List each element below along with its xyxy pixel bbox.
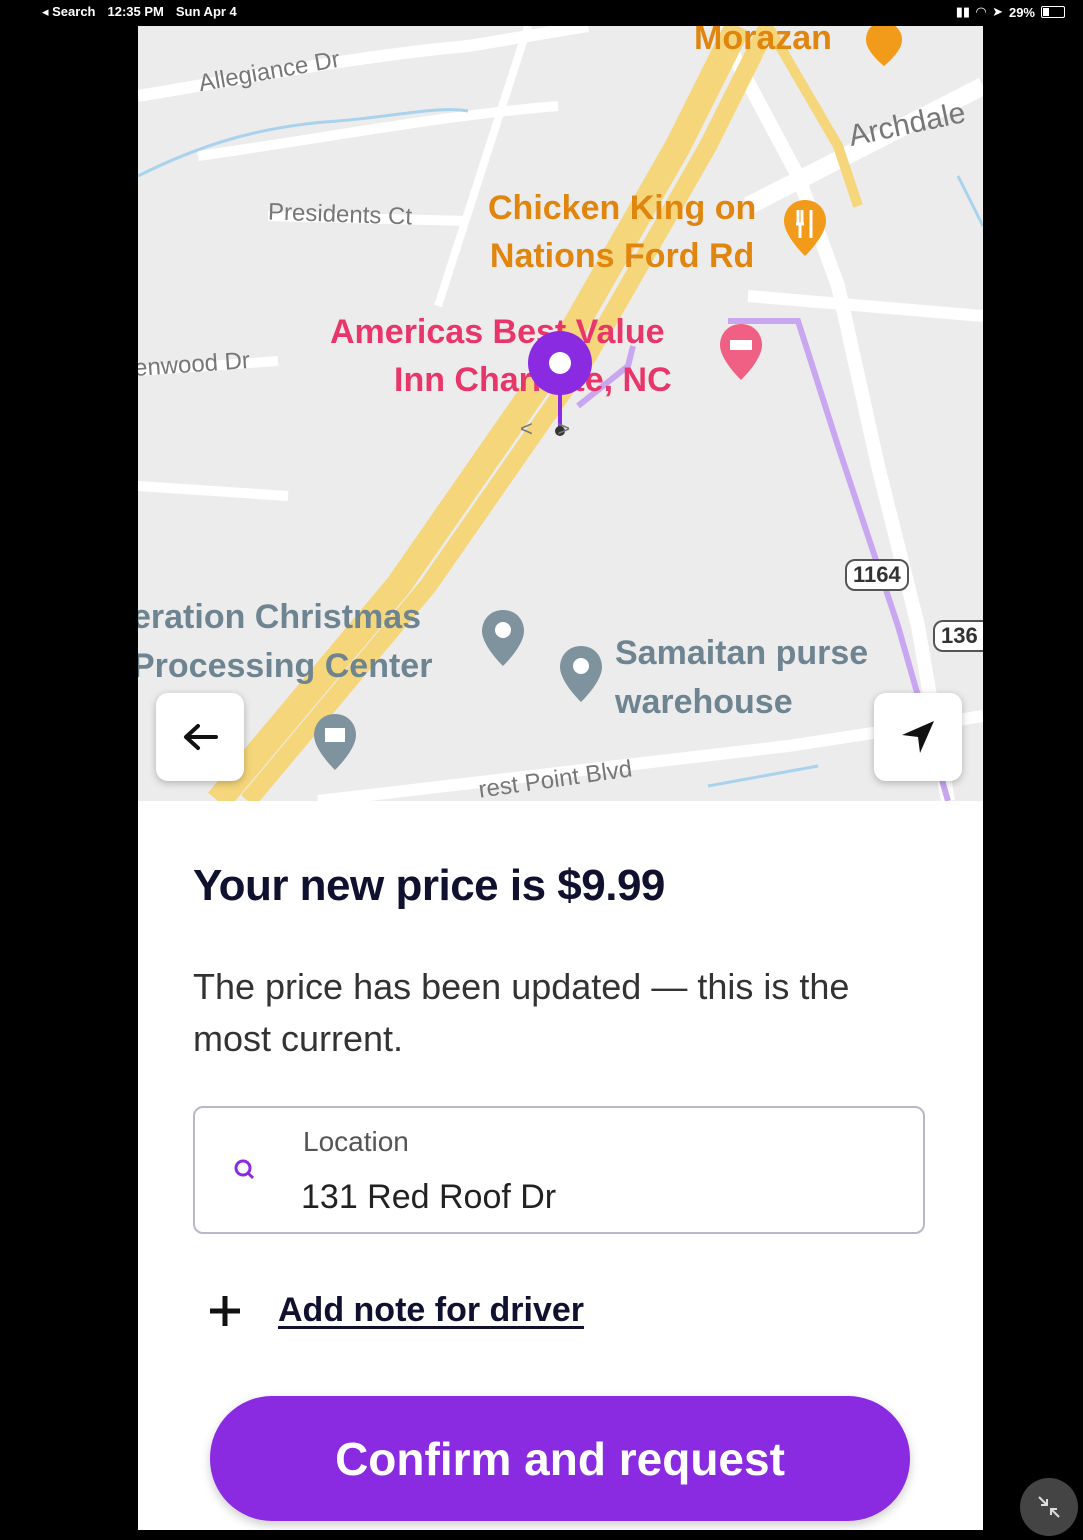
add-note-row[interactable]: Add note for driver: [208, 1291, 584, 1330]
status-date: Sun Apr 4: [175, 4, 237, 19]
location-services-icon: ➤: [992, 4, 1003, 19]
map-view[interactable]: Allegiance Dr Presidents Ct Archdale enw…: [138, 26, 983, 804]
page-title: Your new price is $9.99: [193, 861, 665, 910]
collapse-button[interactable]: [1020, 1478, 1078, 1536]
price-update-message: The price has been updated — this is the…: [193, 966, 850, 1059]
back-arrow-icon: [184, 724, 218, 750]
back-to-app[interactable]: ◂ Search: [42, 4, 96, 20]
collapse-icon: [1038, 1496, 1060, 1518]
poi-chicken-king[interactable]: Chicken King on Nations Ford Rd: [488, 184, 756, 280]
location-field[interactable]: Location: [193, 1106, 925, 1234]
poi-samaritan-line1[interactable]: Samaitan purse: [615, 629, 868, 677]
map-pin-icon: [560, 646, 602, 702]
plus-icon: [210, 1295, 240, 1326]
pin-drag-hint: < >: [520, 416, 571, 441]
poi-americas-best-line1[interactable]: Americas Best Value: [330, 308, 665, 356]
ride-app: Allegiance Dr Presidents Ct Archdale enw…: [138, 26, 983, 1530]
back-button[interactable]: [156, 693, 244, 781]
status-time: 12:35 PM: [107, 4, 164, 19]
fork-knife-icon: [784, 200, 826, 256]
battery-icon: [1041, 6, 1065, 18]
poi-operation-christmas-line2[interactable]: Processing Center: [138, 642, 432, 690]
map-pin-icon: [482, 610, 524, 666]
location-input[interactable]: [301, 1174, 861, 1220]
poi-samaritan-line2[interactable]: warehouse: [615, 678, 793, 726]
signal-icon: ▮▮: [955, 4, 971, 19]
landmark-icon: [314, 714, 356, 770]
street-presidents-ct: Presidents Ct: [267, 198, 413, 231]
route-shield-136: 136: [933, 620, 983, 652]
poi-operation-christmas-line1[interactable]: eration Christmas: [138, 593, 421, 641]
fork-knife-icon: [866, 26, 902, 66]
add-note-link[interactable]: Add note for driver: [278, 1291, 584, 1330]
price-sheet: Your new price is $9.99 The price has be…: [138, 801, 983, 1530]
route-shield-1164: 1164: [845, 559, 909, 591]
confirm-request-button[interactable]: Confirm and request: [210, 1396, 910, 1521]
wifi-icon: ◠: [976, 4, 987, 19]
recenter-location-button[interactable]: [874, 693, 962, 781]
hotel-bed-icon: [720, 324, 762, 380]
battery-percent: 29%: [1008, 4, 1035, 20]
location-label: Location: [303, 1126, 409, 1157]
navigate-arrow-icon: [902, 721, 934, 753]
search-q-icon: [234, 1159, 255, 1180]
status-bar: ◂ Search 12:35 PM Sun Apr 4 ▮▮ ◠ ➤ 29%: [0, 0, 1083, 26]
poi-morazan[interactable]: Morazan: [694, 26, 832, 62]
